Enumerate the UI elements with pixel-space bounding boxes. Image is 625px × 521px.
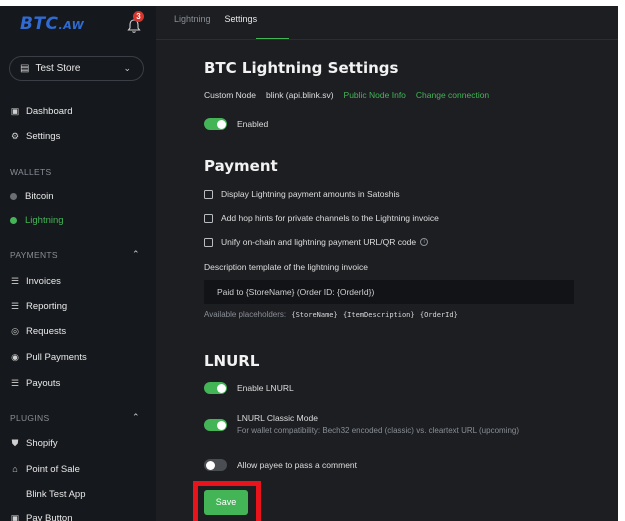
sidebar-item-point-of-sale[interactable]: ⌂ Point of Sale: [10, 462, 80, 476]
invoice-icon: ☰: [10, 276, 20, 286]
sidebar-item-blink-test-app[interactable]: Blink Test App: [26, 487, 86, 501]
lnurl-classic-row: LNURL Classic Mode For wallet compatibil…: [204, 413, 519, 435]
shopify-icon: ⛊: [11, 438, 19, 448]
pos-icon: ⌂: [12, 464, 18, 474]
tab-bar: Lightning Settings: [174, 14, 257, 24]
info-icon[interactable]: i: [420, 238, 429, 246]
enabled-row: Enabled: [204, 118, 268, 130]
custom-node-value: blink (api.blink.sv): [265, 90, 334, 100]
sidebar-item-lightning[interactable]: Lightning: [10, 213, 64, 227]
sidebar-item-requests[interactable]: ◎ Requests: [10, 324, 66, 338]
allow-comment-toggle[interactable]: [204, 459, 227, 471]
tab-settings[interactable]: Settings: [225, 14, 258, 24]
pull-payments-icon: ◉: [11, 352, 19, 362]
payouts-icon: ☰: [10, 378, 20, 388]
pay-button-icon: ▣: [10, 513, 20, 521]
lnurl-classic-description: For wallet compatibility: Bech32 encoded…: [237, 426, 520, 435]
placeholders-hint: Available placeholders: {StoreName} {Ite…: [204, 310, 458, 319]
enable-lnurl-toggle[interactable]: [204, 382, 227, 394]
satoshis-checkbox[interactable]: [204, 189, 213, 199]
custom-node-label: Custom Node: [204, 90, 256, 100]
store-selector[interactable]: ▤ Test Store ⌄: [9, 56, 144, 81]
option-satoshis: Display Lightning payment amounts in Sat…: [204, 189, 400, 199]
sidebar-item-pull-payments[interactable]: ◉ Pull Payments: [10, 350, 87, 364]
tab-divider: [156, 39, 618, 40]
sidebar-item-shopify[interactable]: ⛊ Shopify: [10, 436, 58, 450]
allow-comment-row: Allow payee to pass a comment: [204, 459, 357, 471]
notification-badge: 3: [133, 11, 144, 22]
description-template-input[interactable]: Paid to {StoreName} (Order ID: {OrderId}…: [204, 280, 574, 304]
sidebar-item-dashboard[interactable]: ▣ Dashboard: [10, 104, 73, 118]
unify-checkbox[interactable]: [204, 237, 213, 247]
sidebar: BTC.AW 3 ▤ Test Store ⌄ ▣ Dashboard ⚙ Se…: [0, 6, 156, 521]
placeholder-itemdescription: {ItemDescription}: [342, 311, 415, 319]
description-label: Description template of the lightning in…: [204, 262, 368, 272]
lnurl-heading: LNURL: [204, 352, 260, 370]
save-button[interactable]: Save: [204, 490, 248, 515]
lnurl-classic-toggle[interactable]: [204, 419, 227, 431]
payment-heading: Payment: [204, 157, 278, 175]
placeholder-storename: {StoreName}: [291, 311, 338, 319]
hop-hints-checkbox[interactable]: [204, 213, 213, 223]
option-unify: Unify on-chain and lightning payment URL…: [204, 237, 429, 247]
placeholder-orderid: {OrderId}: [419, 311, 458, 319]
status-dot-icon: [10, 216, 17, 224]
sidebar-item-invoices[interactable]: ☰ Invoices: [10, 274, 61, 288]
wallets-header: WALLETS: [10, 167, 52, 177]
chevron-up-icon[interactable]: ⌃: [132, 249, 140, 260]
plugins-header: PLUGINS: [10, 413, 50, 423]
gear-icon: ⚙: [10, 131, 20, 141]
payments-header: PAYMENTS: [10, 250, 58, 260]
sidebar-item-pay-button[interactable]: ▣ Pay Button: [10, 511, 73, 521]
requests-icon: ◎: [11, 326, 19, 336]
enable-lnurl-row: Enable LNURL: [204, 382, 294, 394]
page-title: BTC Lightning Settings: [204, 59, 399, 77]
store-icon: ▤: [20, 63, 30, 74]
enabled-toggle[interactable]: [204, 118, 227, 130]
logo-row: BTC.AW 3: [0, 6, 156, 40]
sidebar-item-settings[interactable]: ⚙ Settings: [10, 129, 60, 143]
sidebar-item-bitcoin[interactable]: Bitcoin: [10, 189, 54, 203]
reporting-icon: ☰: [10, 301, 20, 311]
public-node-info-link[interactable]: Public Node Info: [344, 90, 406, 100]
chevron-up-icon[interactable]: ⌃: [132, 412, 140, 423]
custom-node-row: Custom Node blink (api.blink.sv) Public …: [204, 90, 489, 100]
tab-lightning[interactable]: Lightning: [174, 14, 211, 24]
status-dot-icon: [10, 192, 17, 200]
sidebar-item-reporting[interactable]: ☰ Reporting: [10, 299, 67, 313]
lnurl-classic-label: LNURL Classic Mode: [237, 413, 318, 423]
sidebar-item-payouts[interactable]: ☰ Payouts: [10, 376, 60, 390]
option-hop-hints: Add hop hints for private channels to th…: [204, 213, 439, 223]
change-connection-link[interactable]: Change connection: [416, 90, 489, 100]
main-content: Lightning Settings BTC Lightning Setting…: [156, 6, 618, 521]
chevron-down-icon: ⌄: [123, 63, 131, 73]
btcpay-logo[interactable]: BTC.AW: [20, 14, 84, 34]
store-name: Test Store: [35, 63, 81, 74]
dashboard-icon: ▣: [10, 106, 20, 116]
